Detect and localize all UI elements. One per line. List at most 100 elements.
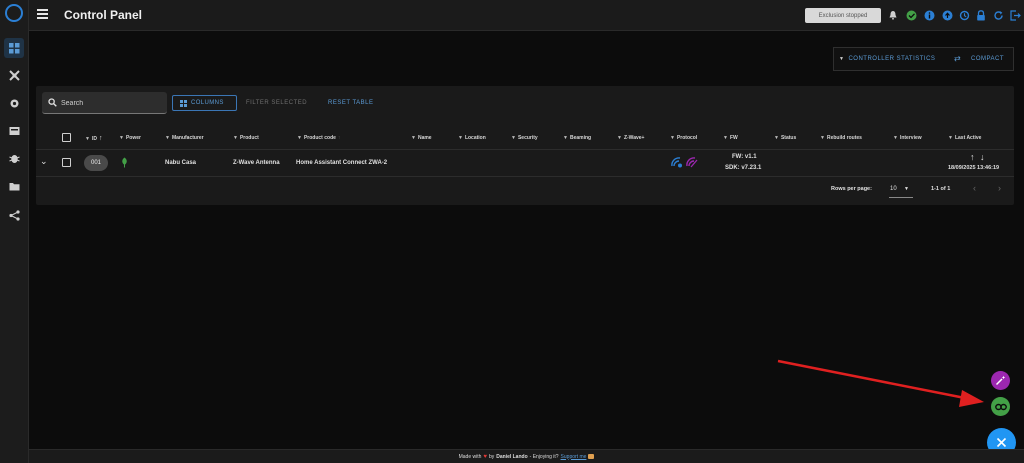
last-active-cell: 18/09/2025 13:46:19 — [948, 165, 1000, 171]
product-code-cell: Home Assistant Connect ZWA-2 — [296, 160, 388, 166]
top-bar: Control Panel Exclusion stopped — [29, 0, 1024, 31]
filter-icon: ▼ — [670, 135, 675, 141]
settings-nav-icon[interactable] — [4, 93, 24, 113]
col-header-zwave-plus[interactable]: ▼ Z-Wave+ — [617, 135, 644, 141]
controller-statistics-button[interactable]: ▼ CONTROLLER STATISTICS — [839, 56, 935, 62]
sort-ascending-icon: ↑ — [98, 135, 103, 142]
filter-icon: ▼ — [774, 135, 779, 141]
smart-start-nav-icon[interactable] — [4, 65, 24, 85]
search-field[interactable] — [42, 92, 167, 114]
app-logo[interactable] — [5, 4, 23, 22]
zwave-long-range-icon — [686, 157, 698, 168]
footer-author: Daniel Lando — [496, 453, 528, 460]
menu-icon[interactable] — [37, 9, 48, 19]
search-input[interactable] — [61, 98, 161, 109]
network-graph-nav-icon[interactable] — [4, 205, 24, 225]
nav-rail — [0, 0, 29, 463]
control-panel-nav-icon[interactable] — [4, 38, 24, 58]
footer-made-with: Made with — [458, 453, 482, 460]
filter-icon: ▼ — [893, 135, 898, 141]
inclusion-fab[interactable] — [991, 397, 1010, 416]
col-header-rebuild-routes[interactable]: ▼ Rebuild routes — [820, 135, 862, 141]
col-header-interview[interactable]: ▼ Interview — [893, 135, 922, 141]
debug-nav-icon[interactable] — [4, 148, 24, 168]
manufacturer-cell: Nabu Casa — [165, 160, 197, 166]
store-folder-nav-icon[interactable] — [4, 176, 24, 196]
row-select-checkbox[interactable] — [62, 158, 71, 167]
col-header-status[interactable]: ▼ Status — [774, 135, 796, 141]
compact-button[interactable]: COMPACT — [971, 56, 1004, 62]
col-header-manufacturer[interactable]: ▼ Manufacturer — [165, 135, 204, 141]
footer-by: by — [488, 453, 495, 460]
row-divider — [36, 176, 1014, 177]
infinity-link-icon — [994, 403, 1007, 410]
prev-page-icon[interactable]: ‹ — [973, 183, 976, 193]
col-header-location[interactable]: ▼ Location — [458, 135, 486, 141]
rows-per-page-select[interactable]: 10 ▼ — [889, 184, 913, 198]
filter-icon: ▼ — [297, 135, 302, 141]
columns-button[interactable]: COLUMNS — [172, 95, 237, 111]
compact-toggle-icon[interactable]: ⇄ — [954, 54, 961, 63]
col-header-protocol[interactable]: ▼ Protocol — [670, 135, 697, 141]
filter-icon: ▼ — [820, 135, 825, 141]
footer-enjoying: - Enjoying it? — [529, 453, 559, 460]
pagination-range: 1-1 of 1 — [931, 186, 951, 192]
upload-icon[interactable] — [941, 9, 953, 21]
heart-icon: ♥ — [483, 453, 487, 460]
info-icon[interactable] — [923, 9, 935, 21]
magic-wand-fab[interactable] — [991, 371, 1010, 390]
filter-icon: ▼ — [723, 135, 728, 141]
search-icon — [48, 98, 57, 107]
col-header-product[interactable]: ▼ Product — [233, 135, 259, 141]
select-all-checkbox[interactable] — [62, 133, 71, 142]
node-id-badge: 001 — [84, 155, 108, 171]
refresh-icon[interactable] — [992, 9, 1004, 21]
support-link[interactable]: Support me — [561, 454, 587, 460]
rows-per-page-label: Rows per page: — [831, 186, 872, 192]
header-divider — [36, 149, 1014, 150]
col-header-fw[interactable]: ▼ FW — [723, 135, 738, 141]
col-header-last-active[interactable]: ▼ Last Active — [948, 135, 981, 141]
reset-table-button[interactable]: RESET TABLE — [328, 100, 374, 106]
filter-icon: ▼ — [617, 135, 622, 141]
next-page-icon[interactable]: › — [998, 183, 1001, 193]
sort-icon: ↑ — [337, 135, 341, 141]
filter-selected-button[interactable]: FILTER SELECTED — [246, 100, 307, 106]
columns-label: COLUMNS — [191, 100, 224, 106]
columns-grid-icon — [180, 99, 187, 107]
arrow-down-icon: ↓ — [980, 152, 985, 162]
close-icon — [996, 437, 1007, 448]
zwave-protocol-icon — [671, 157, 682, 168]
fw-version-cell: FW: v1.1 — [732, 154, 757, 160]
filter-icon: ▼ — [458, 135, 463, 141]
filter-icon: ▼ — [85, 135, 90, 142]
hands-emoji-icon — [588, 454, 595, 459]
col-header-id[interactable]: ▼ ID ↑ — [85, 135, 102, 142]
footer: Made with ♥ by Daniel Lando - Enjoying i… — [29, 449, 1024, 463]
lock-icon[interactable] — [975, 9, 987, 21]
annotation-arrow — [777, 359, 984, 407]
col-header-beaming[interactable]: ▼ Beaming — [563, 135, 591, 141]
filter-icon: ▼ — [563, 135, 568, 141]
page-title: Control Panel — [64, 8, 143, 22]
history-icon[interactable] — [958, 9, 970, 21]
caret-down-icon: ▼ — [839, 56, 845, 62]
filter-icon: ▼ — [233, 135, 238, 141]
col-header-power[interactable]: ▼ Power — [119, 135, 141, 141]
logout-icon[interactable] — [1009, 9, 1021, 21]
mains-power-icon — [122, 157, 127, 168]
expand-chevron-icon[interactable]: ⌄ — [40, 156, 48, 167]
view-options-box: ▼ CONTROLLER STATISTICS ⇄ COMPACT — [833, 47, 1014, 71]
filter-icon: ▼ — [165, 135, 170, 141]
filter-icon: ▼ — [948, 135, 953, 141]
scenes-nav-icon[interactable] — [4, 120, 24, 140]
caret-down-icon: ▼ — [904, 186, 909, 192]
notification-bell-icon[interactable] — [887, 9, 899, 21]
exclusion-status-chip[interactable]: Exclusion stopped — [805, 8, 881, 23]
col-header-product-code[interactable]: ▼ Product code ↑ — [297, 135, 340, 141]
mqtt-status-icon[interactable] — [905, 9, 917, 21]
col-header-security[interactable]: ▼ Security — [511, 135, 538, 141]
col-header-name[interactable]: ▼ Name — [411, 135, 432, 141]
sdk-version-cell: SDK: v7.23.1 — [725, 165, 762, 171]
filter-icon: ▼ — [511, 135, 516, 141]
